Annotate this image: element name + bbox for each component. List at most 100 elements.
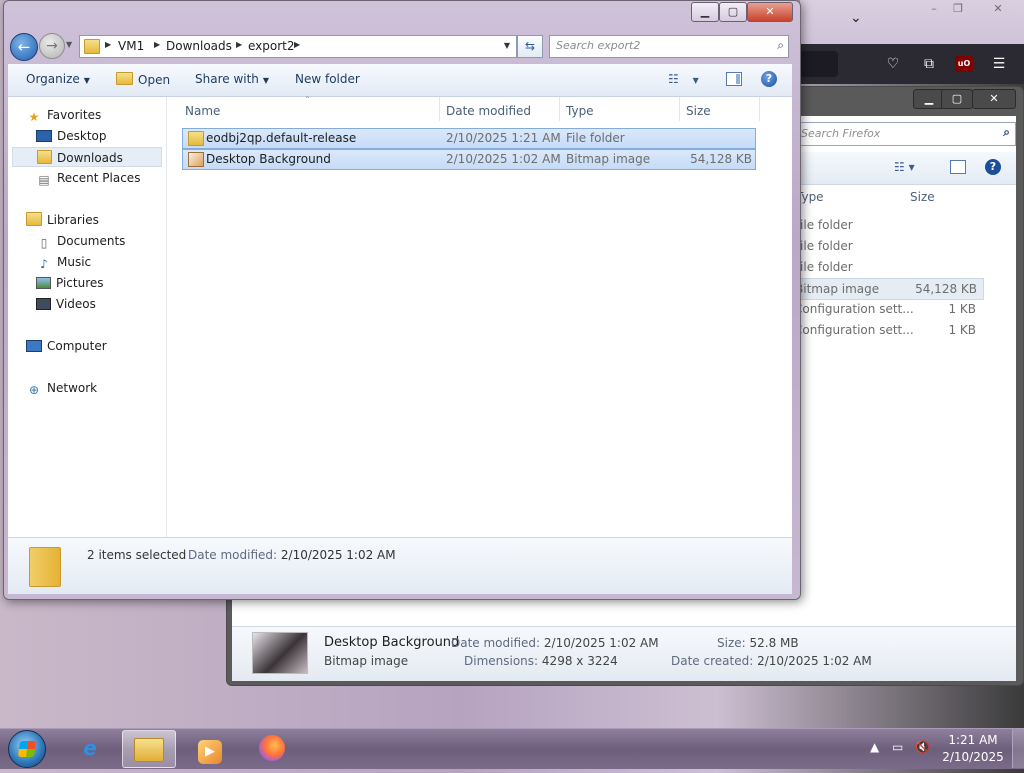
pocket-icon[interactable]: ♡ <box>884 56 902 72</box>
column-divider[interactable] <box>559 97 560 121</box>
nav-documents[interactable]: ▯ Documents <box>36 231 126 251</box>
internet-explorer-icon[interactable]: e <box>64 730 116 766</box>
clock-time[interactable]: 1:21 AM <box>946 733 1000 747</box>
breadcrumb-separator-icon[interactable]: ▶ <box>105 40 111 49</box>
volume-muted-icon[interactable]: 🔇 <box>915 740 930 754</box>
nav-videos[interactable]: Videos <box>36 294 96 314</box>
image-thumbnail <box>252 632 308 674</box>
windows-explorer-icon[interactable] <box>122 730 176 768</box>
share-with-button[interactable]: Share with ▼ <box>195 72 269 86</box>
refresh-button[interactable]: ⇆ <box>517 35 543 58</box>
nav-downloads[interactable]: Downloads <box>12 147 162 167</box>
nav-music-label: Music <box>57 255 92 269</box>
search-placeholder: Search export2 <box>556 39 641 52</box>
network-tray-icon[interactable]: ▭ <box>892 740 903 754</box>
start-button[interactable] <box>8 730 46 768</box>
bg-file-row[interactable]: File folder <box>786 236 982 256</box>
nav-computer[interactable]: Computer <box>26 336 107 356</box>
nav-network-label: Network <box>47 381 98 395</box>
breadcrumb-vm1[interactable]: VM1 <box>118 39 144 53</box>
open-folder-icon <box>116 72 133 85</box>
file-name: eodbj2qp.default-release <box>206 131 357 145</box>
address-bar[interactable]: ▶ VM1 ▶ Downloads ▶ export2 ▶ ▼ <box>79 35 517 58</box>
bg-close-button[interactable]: ✕ <box>972 89 1016 109</box>
bg-view-icon[interactable]: ☷ ▾ <box>894 160 915 174</box>
column-header-date-modified[interactable]: Date modified <box>446 101 531 121</box>
folder-icon <box>188 131 204 146</box>
bg-preview-pane-icon[interactable] <box>950 160 966 174</box>
nav-libraries-label: Libraries <box>47 213 99 227</box>
ublock-origin-icon[interactable]: uO <box>955 56 973 72</box>
selection-count: 2 items selected <box>87 548 187 562</box>
bg-column-size[interactable]: Size <box>910 190 935 204</box>
organize-label: Organize <box>26 72 80 86</box>
preview-pane-icon[interactable] <box>726 72 742 86</box>
show-hidden-icons-icon[interactable]: ▲ <box>870 740 879 754</box>
search-icon: ⌕ <box>777 38 784 52</box>
file-name: Desktop Background <box>206 152 331 166</box>
help-icon[interactable]: ? <box>761 71 777 87</box>
bg-row-type: File folder <box>794 260 853 274</box>
change-view-icon[interactable]: ☷ ▼ <box>668 72 699 86</box>
new-folder-button[interactable]: New folder <box>295 72 360 86</box>
bg-file-row[interactable]: Bitmap image 54,128 KB <box>786 278 984 300</box>
computer-icon <box>26 340 42 352</box>
breadcrumb-export2[interactable]: export2 <box>248 39 295 53</box>
column-divider[interactable] <box>759 97 760 121</box>
back-button[interactable]: ← <box>10 33 38 61</box>
details-dimensions-label: Dimensions: <box>464 654 539 668</box>
column-header-type[interactable]: Type <box>566 101 594 121</box>
nav-favorites[interactable]: ★ Favorites <box>26 105 102 125</box>
nav-recent-places[interactable]: ▤ Recent Places <box>36 168 140 188</box>
clock-date[interactable]: 2/10/2025 <box>942 750 1004 764</box>
breadcrumb-separator-icon[interactable]: ▶ <box>154 40 160 49</box>
bg-file-row[interactable]: File folder <box>786 215 982 235</box>
bg-file-row[interactable]: Configuration sett... 1 KB <box>786 299 982 319</box>
breadcrumb-separator-icon[interactable]: ▶ <box>294 40 300 49</box>
column-header-name[interactable]: Name <box>185 101 220 121</box>
file-row[interactable]: eodbj2qp.default-release 2/10/2025 1:21 … <box>182 128 756 149</box>
breadcrumb-separator-icon[interactable]: ▶ <box>236 40 242 49</box>
bg-row-type: File folder <box>794 239 853 253</box>
close-button[interactable]: ✕ <box>747 2 793 22</box>
bg-file-row[interactable]: Configuration sett... 1 KB <box>786 320 982 340</box>
organize-button[interactable]: Organize ▼ <box>26 72 90 86</box>
open-button[interactable]: Open <box>116 72 170 87</box>
nav-music[interactable]: ♪ Music <box>36 252 91 272</box>
firefox-urlbar[interactable] <box>800 51 838 77</box>
nav-desktop[interactable]: Desktop <box>36 126 107 146</box>
firefox-maximize-button[interactable]: ❐ <box>944 2 972 16</box>
forward-button[interactable]: → <box>39 33 65 59</box>
breadcrumb-downloads[interactable]: Downloads <box>166 39 232 53</box>
bg-help-icon[interactable]: ? <box>985 159 1001 175</box>
nav-libraries[interactable]: Libraries <box>26 210 99 230</box>
chevron-down-icon: ▼ <box>83 76 90 85</box>
nav-videos-label: Videos <box>56 297 96 311</box>
file-size: 54,128 KB <box>690 152 752 166</box>
column-header-size[interactable]: Size <box>686 101 711 121</box>
nav-pictures[interactable]: Pictures <box>36 273 104 293</box>
libraries-icon <box>26 212 42 226</box>
firefox-icon[interactable] <box>246 730 298 766</box>
file-row[interactable]: Desktop Background 2/10/2025 1:02 AM Bit… <box>182 149 756 170</box>
column-divider[interactable] <box>679 97 680 121</box>
firefox-close-button[interactable]: ✕ <box>984 2 1012 16</box>
extensions-icon[interactable]: ⧉ <box>920 56 938 72</box>
media-player-icon[interactable]: ▶ <box>184 730 236 766</box>
nav-network[interactable]: ⊕ Network <box>26 378 97 398</box>
maximize-button[interactable]: ▢ <box>719 2 747 22</box>
bitmap-icon <box>188 152 204 167</box>
recent-pages-dropdown[interactable]: ▼ <box>66 40 72 49</box>
bg-maximize-button[interactable]: ▢ <box>941 89 973 109</box>
status-date-label: Date modified: <box>188 548 278 562</box>
chevron-down-icon[interactable]: ⌄ <box>850 10 862 26</box>
address-history-dropdown[interactable]: ▼ <box>504 41 510 50</box>
column-divider[interactable] <box>439 97 440 121</box>
show-desktop-button[interactable] <box>1012 729 1024 768</box>
menu-icon[interactable]: ☰ <box>990 56 1008 72</box>
bg-search-input[interactable]: Search Firefox ⌕ <box>786 122 1016 146</box>
bg-file-row[interactable]: File folder <box>786 257 982 277</box>
minimize-button[interactable]: ▁ <box>691 2 719 22</box>
search-input[interactable]: Search export2 ⌕ <box>549 35 789 58</box>
share-with-label: Share with <box>195 72 259 86</box>
